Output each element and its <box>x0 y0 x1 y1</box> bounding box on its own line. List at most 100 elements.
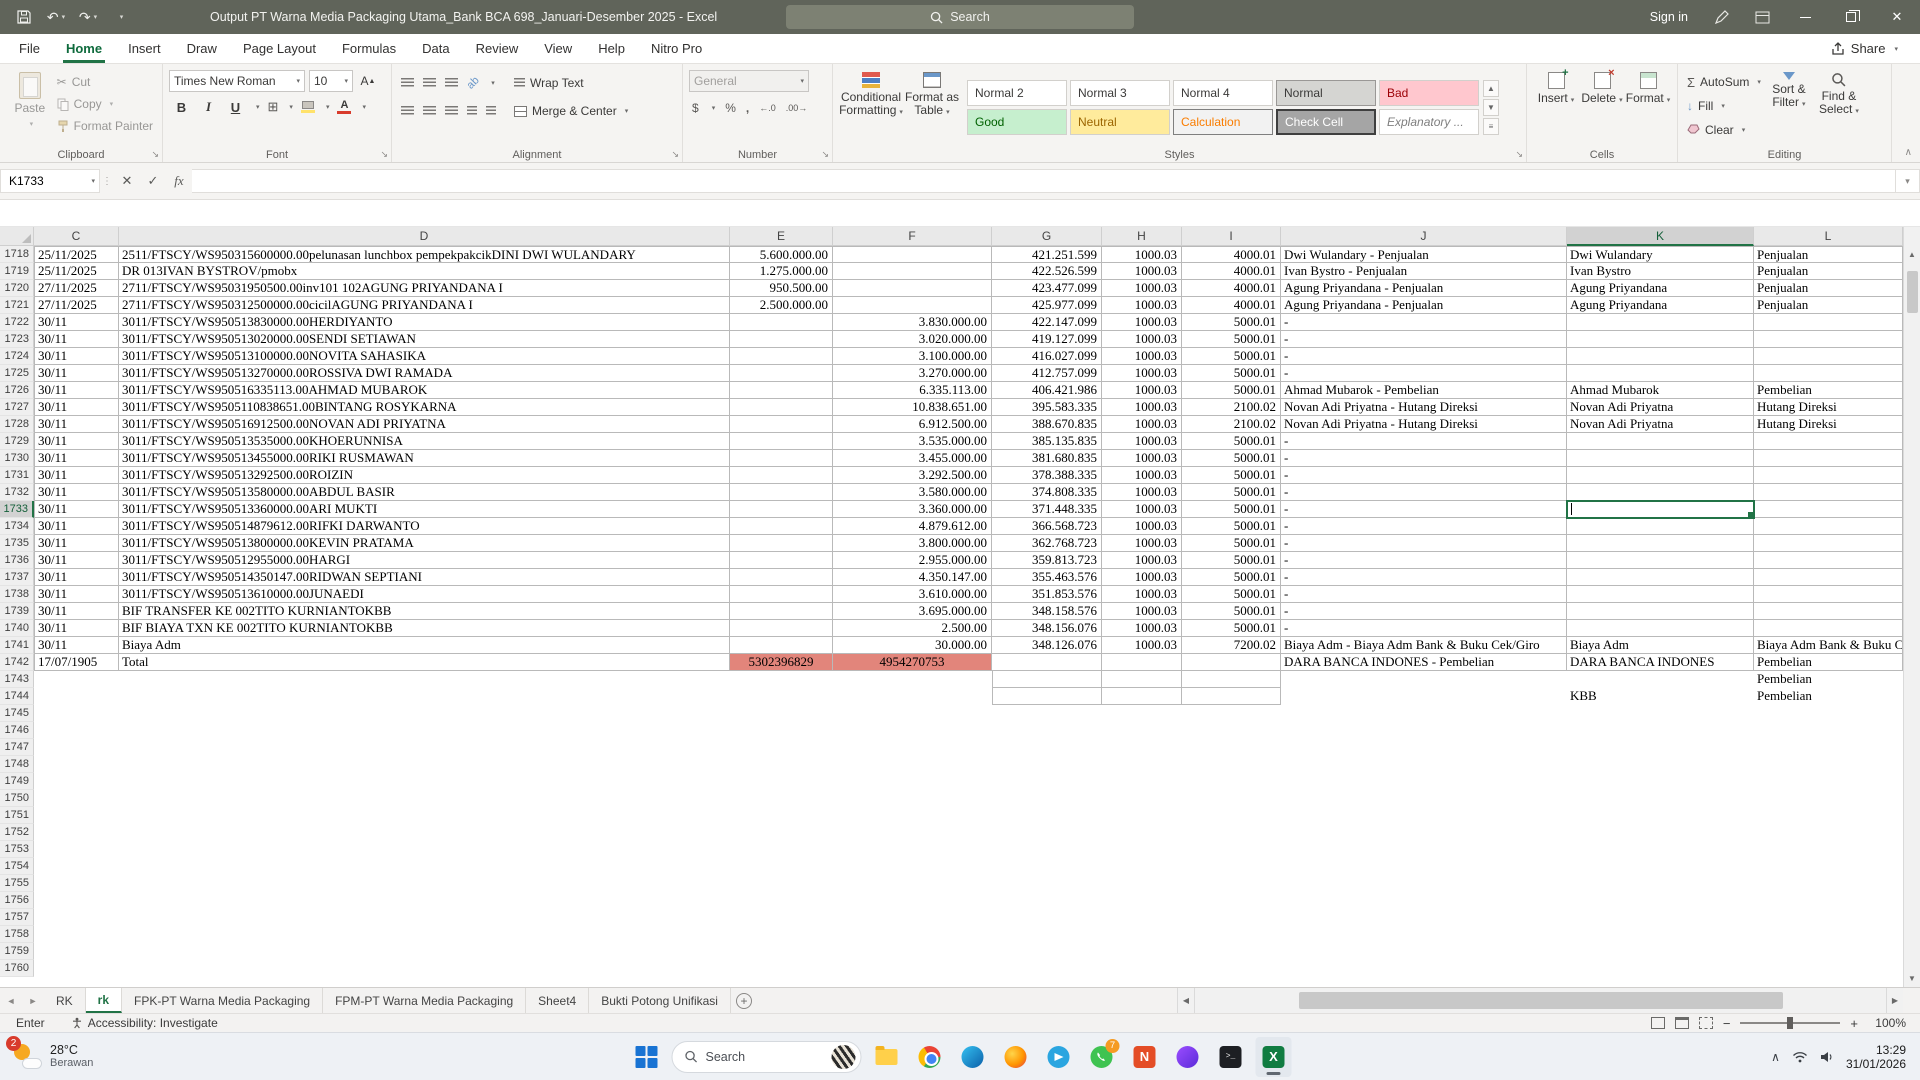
cell-L1730[interactable] <box>1754 450 1903 467</box>
menu-tab-draw[interactable]: Draw <box>174 34 230 63</box>
cell-K1726[interactable]: Ahmad Mubarok <box>1567 382 1754 399</box>
cell-J1731[interactable]: - <box>1281 467 1567 484</box>
cell-K1749[interactable] <box>1567 773 1754 790</box>
cell-F1719[interactable] <box>833 263 992 280</box>
cell-F1748[interactable] <box>833 756 992 773</box>
cell-F1720[interactable] <box>833 280 992 297</box>
cell-K1718[interactable]: Dwi Wulandary <box>1567 246 1754 263</box>
cell-L1741[interactable]: Biaya Adm Bank & Buku C <box>1754 637 1903 654</box>
cancel-entry-icon[interactable]: ✕ <box>114 163 140 199</box>
cell-D1752[interactable] <box>119 824 730 841</box>
column-header-H[interactable]: H <box>1102 227 1182 246</box>
cell-C1750[interactable] <box>34 790 119 807</box>
weather-widget[interactable]: 2 28°C Berawan <box>0 1042 93 1072</box>
column-header-D[interactable]: D <box>119 227 730 246</box>
cell-I1754[interactable] <box>1182 858 1281 875</box>
sheet-tab-rk[interactable]: rk <box>86 988 122 1013</box>
cell-C1747[interactable] <box>34 739 119 756</box>
page-layout-view-icon[interactable] <box>1675 1017 1689 1029</box>
align-bottom-icon[interactable] <box>445 78 458 88</box>
cell-J1758[interactable] <box>1281 926 1567 943</box>
cell-D1736[interactable]: 3011/FTSCY/WS950512955000.00HARGI <box>119 552 730 569</box>
cell-I1755[interactable] <box>1182 875 1281 892</box>
cell-L1732[interactable] <box>1754 484 1903 501</box>
cell-C1721[interactable]: 27/11/2025 <box>34 297 119 314</box>
cell-G1757[interactable] <box>992 909 1102 926</box>
cell-K1756[interactable] <box>1567 892 1754 909</box>
cell-I1756[interactable] <box>1182 892 1281 909</box>
cell-G1729[interactable]: 385.135.835 <box>992 433 1102 450</box>
cell-D1722[interactable]: 3011/FTSCY/WS950513830000.00HERDIYANTO <box>119 314 730 331</box>
cell-E1746[interactable] <box>730 722 833 739</box>
cell-K1721[interactable]: Agung Priyandana <box>1567 297 1754 314</box>
cell-K1729[interactable] <box>1567 433 1754 450</box>
menu-tab-insert[interactable]: Insert <box>115 34 174 63</box>
cell-J1748[interactable] <box>1281 756 1567 773</box>
cell-C1735[interactable]: 30/11 <box>34 535 119 552</box>
cell-H1746[interactable] <box>1102 722 1182 739</box>
wifi-icon[interactable] <box>1792 1051 1808 1063</box>
row-header-1754[interactable]: 1754 <box>0 858 34 875</box>
cell-L1723[interactable] <box>1754 331 1903 348</box>
cell-D1757[interactable] <box>119 909 730 926</box>
cell-E1725[interactable] <box>730 365 833 382</box>
cell-K1738[interactable] <box>1567 586 1754 603</box>
cell-D1758[interactable] <box>119 926 730 943</box>
insert-function-icon[interactable]: fx <box>166 163 192 199</box>
cell-F1755[interactable] <box>833 875 992 892</box>
menu-tab-review[interactable]: Review <box>463 34 532 63</box>
cell-L1745[interactable] <box>1754 705 1903 722</box>
cell-H1727[interactable]: 1000.03 <box>1102 399 1182 416</box>
cell-H1724[interactable]: 1000.03 <box>1102 348 1182 365</box>
cell-F1757[interactable] <box>833 909 992 926</box>
new-sheet-button[interactable]: + <box>731 988 757 1013</box>
cell-F1759[interactable] <box>833 943 992 960</box>
cell-F1731[interactable]: 3.292.500.00 <box>833 467 992 484</box>
align-center-icon[interactable] <box>423 106 436 116</box>
cell-H1745[interactable] <box>1102 705 1182 722</box>
cell-D1755[interactable] <box>119 875 730 892</box>
cell-C1757[interactable] <box>34 909 119 926</box>
cell-E1727[interactable] <box>730 399 833 416</box>
cell-E1759[interactable] <box>730 943 833 960</box>
cell-H1731[interactable]: 1000.03 <box>1102 467 1182 484</box>
cell-D1729[interactable]: 3011/FTSCY/WS950513535000.00KHOERUNNISA <box>119 433 730 450</box>
page-break-view-icon[interactable] <box>1699 1017 1713 1029</box>
cell-I1748[interactable] <box>1182 756 1281 773</box>
cell-I1759[interactable] <box>1182 943 1281 960</box>
cell-C1749[interactable] <box>34 773 119 790</box>
cell-K1734[interactable] <box>1567 518 1754 535</box>
cell-C1745[interactable] <box>34 705 119 722</box>
accounting-format-icon[interactable]: $ <box>692 101 699 115</box>
cell-K1748[interactable] <box>1567 756 1754 773</box>
cell-K1757[interactable] <box>1567 909 1754 926</box>
cell-C1725[interactable]: 30/11 <box>34 365 119 382</box>
fill-button[interactable]: ↓Fill▾ <box>1684 95 1764 117</box>
cell-J1760[interactable] <box>1281 960 1567 977</box>
cell-D1727[interactable]: 3011/FTSCY/WS9505110838651.00BINTANG ROS… <box>119 399 730 416</box>
cell-G1734[interactable]: 366.568.723 <box>992 518 1102 535</box>
insert-cells-button[interactable]: + Insert▾ <box>1533 68 1579 146</box>
row-header-1753[interactable]: 1753 <box>0 841 34 858</box>
cell-E1719[interactable]: 1.275.000.00 <box>730 263 833 280</box>
cell-I1751[interactable] <box>1182 807 1281 824</box>
cell-C1753[interactable] <box>34 841 119 858</box>
cell-C1732[interactable]: 30/11 <box>34 484 119 501</box>
cell-D1743[interactable] <box>119 671 730 688</box>
cell-C1718[interactable]: 25/11/2025 <box>34 246 119 263</box>
cell-E1755[interactable] <box>730 875 833 892</box>
cell-L1749[interactable] <box>1754 773 1903 790</box>
decrease-indent-icon[interactable] <box>467 106 477 116</box>
cell-C1719[interactable]: 25/11/2025 <box>34 263 119 280</box>
minimize-button[interactable] <box>1782 0 1828 34</box>
cell-H1736[interactable]: 1000.03 <box>1102 552 1182 569</box>
cell-G1720[interactable]: 423.477.099 <box>992 280 1102 297</box>
cell-K1754[interactable] <box>1567 858 1754 875</box>
row-header-1758[interactable]: 1758 <box>0 926 34 943</box>
cell-L1727[interactable]: Hutang Direksi <box>1754 399 1903 416</box>
taskbar-app-excel[interactable]: X <box>1256 1037 1292 1077</box>
cell-I1726[interactable]: 5000.01 <box>1182 382 1281 399</box>
cell-F1735[interactable]: 3.800.000.00 <box>833 535 992 552</box>
cell-H1719[interactable]: 1000.03 <box>1102 263 1182 280</box>
cell-G1758[interactable] <box>992 926 1102 943</box>
